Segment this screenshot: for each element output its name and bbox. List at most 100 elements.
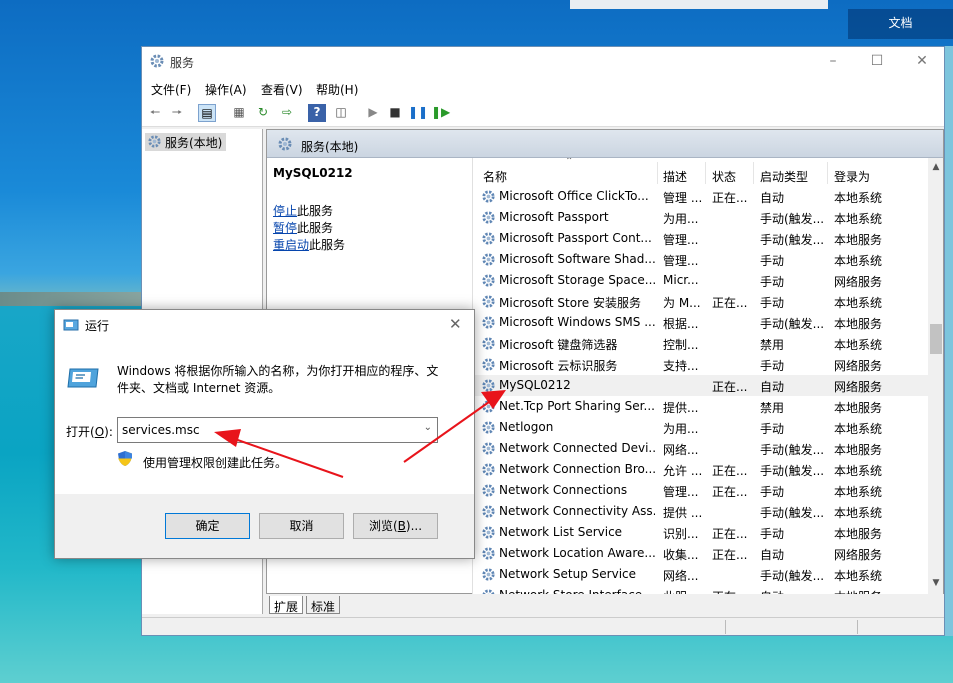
open-label: 打开(O): [66, 425, 113, 439]
table-row[interactable]: MySQL0212 正在... 自动 网络服务 [473, 375, 928, 396]
column-separator[interactable] [827, 162, 828, 184]
help-icon[interactable]: ? [308, 104, 326, 122]
toolbar: 🠔 🠖 ▤ ▦ ↻ ⇨ ? ◫ ▶ ■ ❚❚ ❚▶ [142, 99, 944, 127]
tree-item-label: 服务(本地) [165, 136, 223, 150]
forward-arrow-icon[interactable]: 🠖 [168, 104, 186, 122]
cell-description: 网络... [663, 569, 699, 583]
table-row[interactable]: Microsoft Windows SMS ... 根据... 手动(触发... 本地… [473, 312, 928, 333]
gear-icon [481, 462, 496, 480]
table-row[interactable]: Net.Tcp Port Sharing Ser... 提供... 禁用 本地服务 [473, 396, 928, 417]
vertical-scrollbar[interactable]: ▲ ▼ [928, 158, 943, 594]
column-separator[interactable] [753, 162, 754, 184]
table-row[interactable]: Network Connections 管理... 正在... 手动 本地系统 [473, 480, 928, 501]
cell-name: Network Location Aware... [499, 546, 655, 560]
play-icon[interactable]: ▶ [364, 104, 382, 122]
column-logon-as[interactable]: 登录为 [834, 168, 870, 185]
list-header: ⌃ 名称 描述 状态 启动类型 登录为 [473, 158, 928, 186]
cell-name: Network Store Interface... [499, 588, 655, 594]
gear-icon [481, 273, 496, 291]
minimize-button[interactable]: – [823, 53, 843, 71]
scrollbar-thumb[interactable] [930, 324, 942, 354]
table-row[interactable]: Microsoft Office ClickTo... 管理 ... 正在... 自动… [473, 186, 928, 207]
cell-name: Net.Tcp Port Sharing Ser... [499, 399, 655, 413]
browse-button[interactable]: 浏览(B)... [353, 513, 438, 539]
table-row[interactable]: Netlogon 为用... 手动 本地系统 [473, 417, 928, 438]
run-dialog: 运行 ✕ Windows 将根据你所输入的名称，为你打开相应的程序、文件夹、文档… [54, 309, 475, 559]
column-separator[interactable] [657, 162, 658, 184]
gear-icon [481, 399, 496, 417]
stop-icon[interactable]: ■ [386, 104, 404, 122]
column-separator[interactable] [705, 162, 706, 184]
back-arrow-icon[interactable]: 🠔 [146, 104, 164, 122]
menu-view[interactable]: 查看(V) [261, 81, 303, 98]
desktop-documents-tile[interactable]: 文档 [848, 9, 953, 39]
maximize-button[interactable]: ☐ [867, 53, 887, 71]
cell-logon-as: 本地服务 [834, 233, 883, 247]
restart-icon[interactable]: ❚▶ [431, 104, 450, 122]
table-row[interactable]: Network Setup Service 网络... 手动(触发... 本地系统 [473, 564, 928, 585]
console-tree-icon[interactable]: ▤ [198, 104, 216, 122]
cell-logon-as: 本地服务 [834, 401, 883, 415]
refresh-icon[interactable]: ↻ [254, 104, 272, 122]
properties-icon[interactable]: ▦ [230, 104, 248, 122]
table-row[interactable]: Network Connectivity Ass... 提供 ... 手动(触发..… [473, 501, 928, 522]
cell-startup-type: 手动(触发... [760, 212, 824, 226]
open-command-input[interactable]: services.msc ⌄ [117, 417, 438, 443]
table-row[interactable]: Network Store Interface... 此服... 正在... 自动 本地… [473, 585, 928, 594]
column-description[interactable]: 描述 [663, 168, 687, 185]
close-button[interactable]: ✕ [912, 53, 932, 71]
column-status[interactable]: 状态 [712, 168, 736, 185]
table-row[interactable]: Microsoft Storage Space... Micr... 手动 网络服务 [473, 270, 928, 291]
cell-logon-as: 网络服务 [834, 380, 883, 394]
column-startup-type[interactable]: 启动类型 [760, 168, 808, 185]
stop-service-link[interactable]: 停止此服务 [273, 202, 333, 219]
table-row[interactable]: Microsoft 键盘筛选器 控制... 禁用 本地系统 [473, 333, 928, 354]
cell-description: Micr... [663, 273, 699, 287]
cell-name: Network Connection Bro... [499, 462, 655, 476]
table-row[interactable]: Microsoft Store 安装服务 为 M... 正在... 手动 本地系统 [473, 291, 928, 312]
table-row[interactable]: Network Connected Devi... 网络... 手动(触发... 本地… [473, 438, 928, 459]
cell-description: 管理... [663, 254, 699, 268]
table-row[interactable]: Microsoft Software Shad... 管理... 手动 本地系统 [473, 249, 928, 270]
table-row[interactable]: Microsoft 云标识服务 支持... 手动 网络服务 [473, 354, 928, 375]
tab-standard[interactable]: 标准 [306, 596, 341, 614]
chevron-down-icon[interactable]: ⌄ [424, 422, 432, 433]
pane-title: 服务(本地) [301, 140, 359, 154]
table-row[interactable]: Network Connection Bro... 允许 ... 正在... 手动(触… [473, 459, 928, 480]
cell-startup-type: 手动(触发... [760, 506, 824, 520]
table-row[interactable]: Network List Service 识别... 正在... 手动 本地服务 [473, 522, 928, 543]
ok-button[interactable]: 确定 [165, 513, 250, 539]
cell-status: 正在... [712, 485, 748, 499]
gear-icon [481, 441, 496, 459]
table-row[interactable]: Microsoft Passport Cont... 管理... 手动(触发... 本… [473, 228, 928, 249]
show-pane-icon[interactable]: ◫ [332, 104, 350, 122]
pause-icon[interactable]: ❚❚ [408, 104, 428, 122]
menu-file[interactable]: 文件(F) [151, 81, 191, 98]
title-bar[interactable]: 服务 – ☐ ✕ [142, 47, 944, 77]
cell-startup-type: 自动 [760, 191, 785, 205]
menu-help[interactable]: 帮助(H) [316, 81, 358, 98]
cell-description: 为用... [663, 212, 699, 226]
tree-item-services-local[interactable]: 服务(本地) [145, 133, 227, 151]
close-icon[interactable]: ✕ [449, 315, 462, 333]
run-title-bar[interactable]: 运行 ✕ [55, 310, 474, 340]
cell-description: 允许 ... [663, 464, 703, 478]
menu-action[interactable]: 操作(A) [205, 81, 247, 98]
cell-name: MySQL0212 [499, 378, 571, 392]
pause-service-link[interactable]: 暂停此服务 [273, 219, 333, 236]
tab-extended[interactable]: 扩展 [269, 596, 304, 614]
column-name[interactable]: 名称 [483, 168, 507, 185]
table-row[interactable]: Microsoft Passport 为用... 手动(触发... 本地系统 [473, 207, 928, 228]
cell-name: Network Connections [499, 483, 628, 497]
cell-description: 此服... [663, 588, 703, 594]
cell-logon-as: 本地服务 [834, 443, 883, 457]
export-icon[interactable]: ⇨ [278, 104, 296, 122]
cell-logon-as: 本地服务 [834, 588, 894, 594]
cell-startup-type: 手动 [760, 422, 785, 436]
restart-service-link[interactable]: 重启动此服务 [273, 236, 345, 253]
scroll-down-icon[interactable]: ▼ [930, 578, 942, 588]
cancel-button[interactable]: 取消 [259, 513, 344, 539]
table-row[interactable]: Network Location Aware... 收集... 正在... 自动 网络服… [473, 543, 928, 564]
scroll-up-icon[interactable]: ▲ [930, 162, 942, 172]
gear-icon [481, 420, 496, 438]
